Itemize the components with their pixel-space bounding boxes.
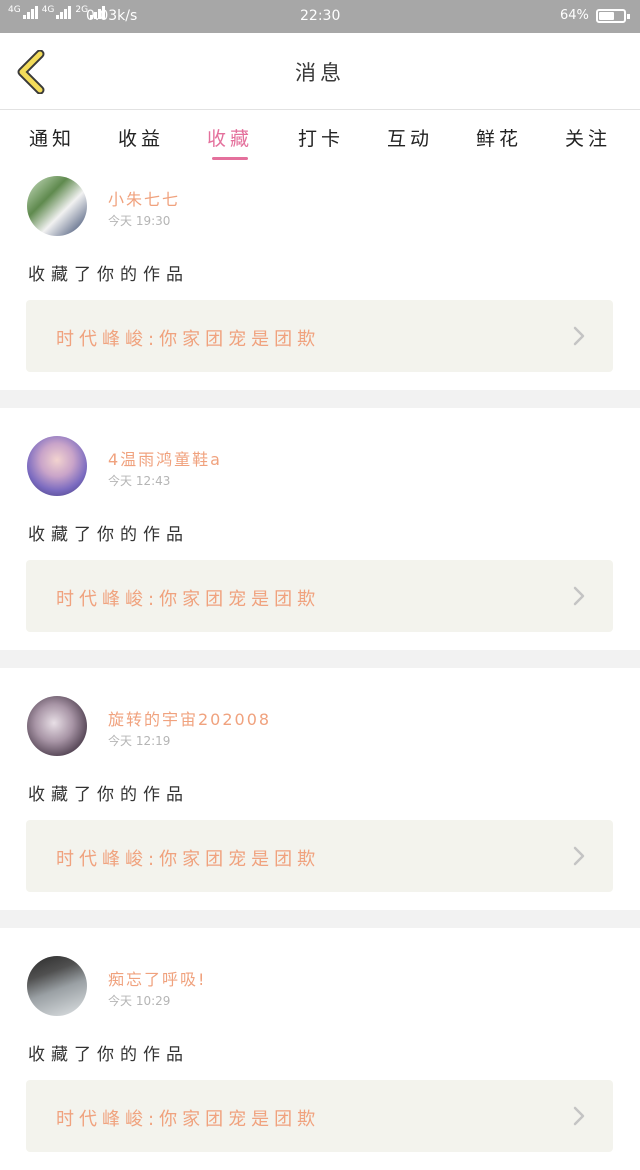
work-link[interactable]: 时代峰峻:你家团宠是团欺 bbox=[26, 820, 613, 892]
avatar[interactable] bbox=[27, 436, 87, 496]
message-time: 今天 12:43 bbox=[108, 474, 171, 488]
chevron-right-icon bbox=[573, 326, 585, 346]
page-title: 消息 bbox=[295, 61, 345, 85]
user-name[interactable]: 小朱七七 bbox=[108, 186, 180, 210]
user-name[interactable]: 痴忘了呼吸! bbox=[108, 966, 206, 990]
message-time: 今天 10:29 bbox=[108, 994, 171, 1008]
message-card: 小朱七七 今天 19:30 收藏了你的作品 时代峰峻:你家团宠是团欺 bbox=[0, 166, 640, 390]
action-text: 收藏了你的作品 bbox=[28, 265, 189, 285]
signal-icon: 4G bbox=[42, 6, 72, 19]
work-link[interactable]: 时代峰峻:你家团宠是团欺 bbox=[26, 1080, 613, 1152]
chevron-right-icon bbox=[573, 586, 585, 606]
message-time: 今天 12:19 bbox=[108, 734, 171, 748]
tab-checkin[interactable]: 打卡 bbox=[281, 124, 361, 151]
tab-label: 鲜花 bbox=[475, 128, 522, 150]
nav-bar: 消息 bbox=[0, 33, 640, 110]
tab-label: 通知 bbox=[28, 128, 75, 150]
work-link[interactable]: 时代峰峻:你家团宠是团欺 bbox=[26, 300, 613, 372]
avatar[interactable] bbox=[27, 696, 87, 756]
network-speed: 0.03k/s bbox=[86, 8, 138, 24]
message-time: 今天 19:30 bbox=[108, 214, 171, 228]
chevron-right-icon bbox=[573, 846, 585, 866]
work-title: 时代峰峻:你家团宠是团欺 bbox=[56, 329, 321, 350]
work-title: 时代峰峻:你家团宠是团欺 bbox=[56, 849, 321, 870]
divider bbox=[0, 390, 640, 408]
chevron-right-icon bbox=[573, 1106, 585, 1126]
clock: 22:30 bbox=[300, 8, 341, 24]
avatar[interactable] bbox=[27, 956, 87, 1016]
avatar[interactable] bbox=[27, 176, 87, 236]
user-name[interactable]: 4温雨鸿童鞋a bbox=[108, 446, 222, 470]
signal-label: 4G bbox=[8, 5, 21, 15]
message-list: 小朱七七 今天 19:30 收藏了你的作品 时代峰峻:你家团宠是团欺 4温雨鸿童… bbox=[0, 166, 640, 1170]
tab-label: 收藏 bbox=[206, 128, 253, 150]
action-text: 收藏了你的作品 bbox=[28, 525, 189, 545]
tab-earnings[interactable]: 收益 bbox=[101, 124, 181, 151]
tab-bar: 通知 收益 收藏 打卡 互动 鲜花 关注 bbox=[0, 110, 640, 166]
tab-interactions[interactable]: 互动 bbox=[370, 124, 450, 151]
signal-label: 4G bbox=[41, 5, 55, 15]
tab-label: 收益 bbox=[117, 128, 164, 150]
user-name[interactable]: 旋转的宇宙202008 bbox=[108, 706, 271, 730]
tab-favorites[interactable]: 收藏 bbox=[190, 124, 270, 160]
action-text: 收藏了你的作品 bbox=[28, 785, 189, 805]
battery-icon bbox=[596, 9, 630, 23]
tab-label: 打卡 bbox=[297, 128, 344, 150]
message-card: 4温雨鸿童鞋a 今天 12:43 收藏了你的作品 时代峰峻:你家团宠是团欺 bbox=[0, 408, 640, 650]
signal-icon: 4G bbox=[8, 6, 38, 19]
work-title: 时代峰峻:你家团宠是团欺 bbox=[56, 589, 321, 610]
tab-follows[interactable]: 关注 bbox=[548, 124, 628, 151]
message-card: 痴忘了呼吸! 今天 10:29 收藏了你的作品 时代峰峻:你家团宠是团欺 bbox=[0, 928, 640, 1170]
tab-label: 关注 bbox=[564, 128, 611, 150]
message-card: 旋转的宇宙202008 今天 12:19 收藏了你的作品 时代峰峻:你家团宠是团… bbox=[0, 668, 640, 910]
action-text: 收藏了你的作品 bbox=[28, 1045, 189, 1065]
tab-label: 互动 bbox=[386, 128, 433, 150]
status-bar: 4G 4G 2G 0.03k/s 22:30 64% bbox=[0, 0, 640, 33]
divider bbox=[0, 650, 640, 668]
work-link[interactable]: 时代峰峻:你家团宠是团欺 bbox=[26, 560, 613, 632]
battery-percent: 64% bbox=[560, 8, 589, 23]
work-title: 时代峰峻:你家团宠是团欺 bbox=[56, 1109, 321, 1130]
tab-notifications[interactable]: 通知 bbox=[12, 124, 92, 151]
tab-flowers[interactable]: 鲜花 bbox=[459, 124, 539, 151]
divider bbox=[0, 910, 640, 928]
active-tab-indicator bbox=[212, 157, 248, 160]
